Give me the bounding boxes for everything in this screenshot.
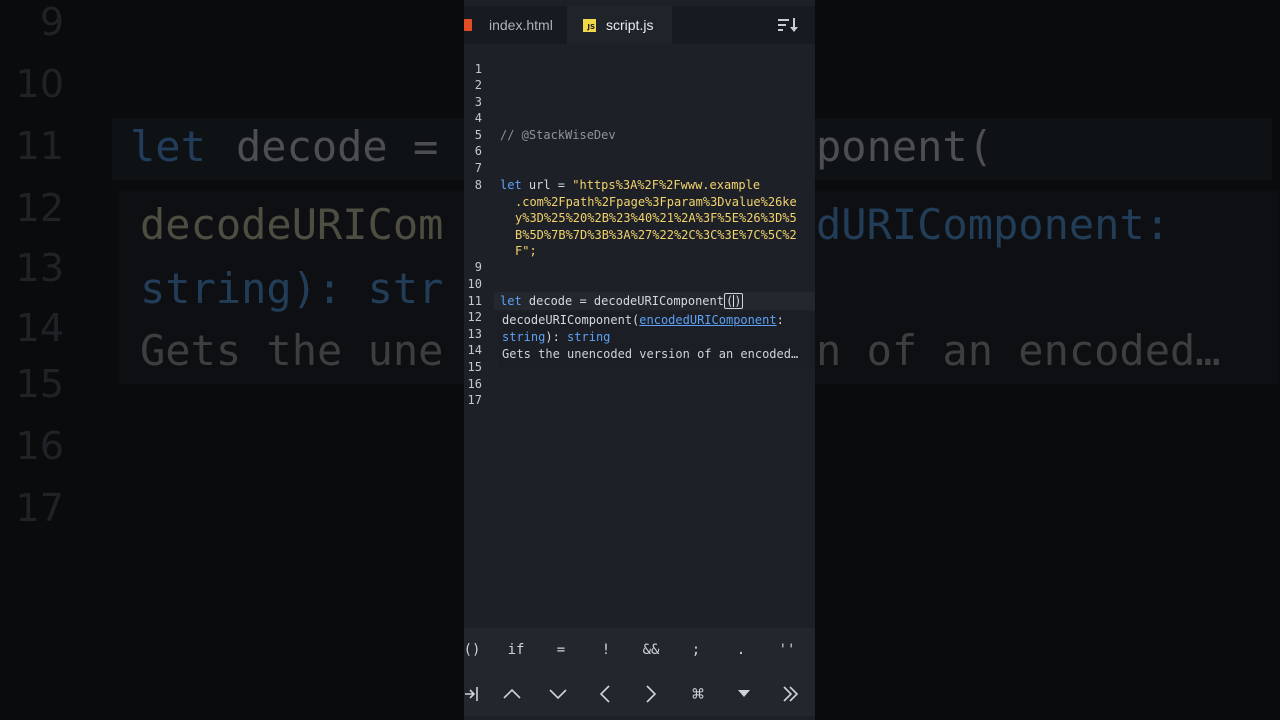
tab-label: index.html	[489, 17, 553, 33]
arrow-up-icon[interactable]	[500, 672, 524, 716]
line-number: 4	[474, 111, 482, 125]
keyword: let	[500, 178, 522, 192]
string-literal-wrap: .com%2Fpath%2Fpage%3Fparam%3Dvalue%26ke	[515, 194, 797, 209]
tab-script-js[interactable]: JS script.js	[567, 6, 672, 44]
line-number: 9	[474, 260, 482, 274]
key-dot[interactable]: .	[729, 628, 753, 672]
line-number: 7	[474, 161, 482, 175]
tab-index-html[interactable]: index.html	[464, 6, 564, 44]
bracket-match: ()	[723, 293, 744, 309]
line-number: 11	[467, 294, 482, 308]
line-number: 15	[467, 360, 482, 374]
hint-return-sep: ):	[545, 330, 568, 344]
html5-icon	[464, 19, 472, 31]
string-literal: "https%3A%2F%2Fwww.example	[572, 178, 761, 192]
navigation-key-row: ⌘	[464, 672, 815, 716]
arrow-left-icon[interactable]	[594, 672, 616, 716]
symbol-key-row: () if = ! && ; . ''	[464, 628, 815, 672]
command-icon[interactable]: ⌘	[686, 672, 710, 716]
key-not[interactable]: !	[594, 628, 618, 672]
code-comment: // @StackWiseDev	[500, 128, 616, 142]
line-number: 2	[474, 78, 482, 92]
identifier: url =	[521, 178, 573, 192]
hint-return-type: string	[567, 330, 611, 344]
line-number: 12	[467, 310, 482, 324]
keyword: let	[500, 294, 522, 308]
code-line-8: let url = "https%3A%2F%2Fwww.example	[500, 177, 760, 194]
line-number: 3	[474, 95, 482, 109]
string-literal-wrap: B%5D%7B%7D%3B%3A%27%22%2C%3C%3E%7C%5C%2	[515, 227, 797, 242]
key-equals[interactable]: =	[548, 628, 574, 672]
hint-types: string): string	[498, 329, 815, 346]
fast-forward-icon[interactable]	[778, 672, 804, 716]
arrow-down-icon[interactable]	[546, 672, 570, 716]
tab-icon[interactable]	[464, 672, 480, 716]
identifier: decode = decodeURIComponent	[521, 294, 724, 308]
line-number: 16	[467, 377, 482, 391]
arrow-right-icon[interactable]	[640, 672, 662, 716]
key-if[interactable]: if	[501, 628, 531, 672]
code-line-11: let decode = decodeURIComponent()	[500, 293, 744, 310]
line-number: 8	[474, 178, 482, 192]
key-quotes[interactable]: ''	[774, 628, 800, 672]
js-icon: JS	[583, 18, 596, 32]
string-literal-wrap: y%3D%25%20%2B%23%40%21%2A%3F%5E%26%3D%5	[515, 211, 797, 226]
string-literal-wrap: F";	[515, 244, 537, 259]
dropdown-icon[interactable]	[734, 672, 754, 716]
line-number: 5	[474, 128, 482, 142]
line-number: 13	[467, 327, 482, 341]
hint-param-type: string	[502, 330, 546, 344]
hint-colon: :	[776, 313, 784, 327]
line-number: 17	[467, 393, 482, 407]
key-and[interactable]: &&	[637, 628, 665, 672]
key-parens[interactable]: ()	[464, 628, 480, 672]
open-paren: (	[725, 294, 734, 308]
line-number: 1	[474, 62, 482, 76]
code-editor[interactable]: 1 2 3 4 5 6 7 8 9 10 11 12 13 14 15 16 1…	[464, 44, 815, 628]
sort-icon[interactable]	[777, 16, 799, 34]
hint-signature: decodeURIComponent(encodedURIComponent:	[498, 312, 815, 329]
tab-bar: index.html JS script.js	[464, 6, 815, 44]
hint-param: encodedURIComponent	[639, 313, 777, 327]
close-paren: )	[734, 294, 742, 308]
key-semicolon[interactable]: ;	[684, 628, 708, 672]
line-number: 6	[474, 144, 482, 158]
line-number: 10	[467, 277, 482, 291]
hint-function: decodeURIComponent(	[502, 313, 640, 327]
hint-description: Gets the unencoded version of an encoded…	[502, 347, 799, 361]
editor-panel: index.html JS script.js 1 2 3 4 5 6 7 8 …	[464, 0, 815, 720]
line-number: 14	[467, 343, 482, 357]
tab-label: script.js	[606, 17, 654, 33]
parameter-hint-popup: decodeURIComponent(encodedURIComponent: …	[498, 312, 815, 368]
